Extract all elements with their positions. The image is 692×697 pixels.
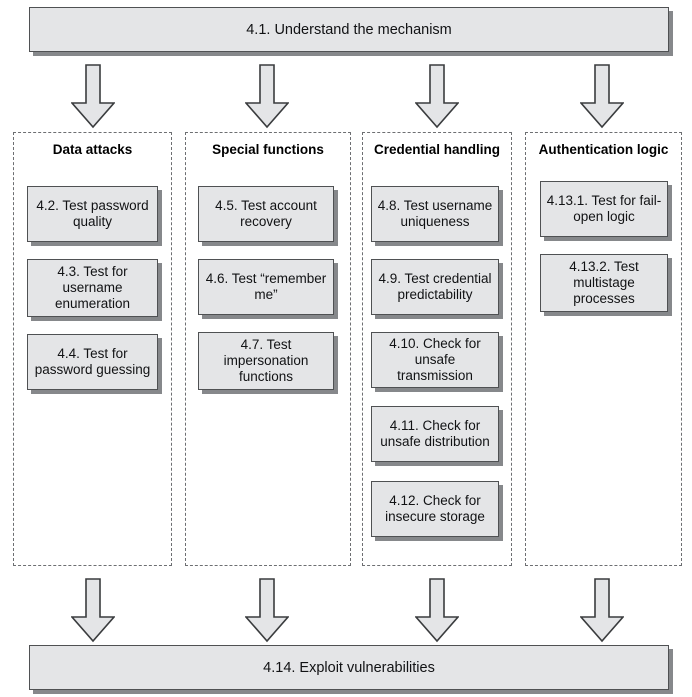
process-box-4-13-2[interactable]: 4.13.2. Test multistage processes [540, 254, 668, 312]
process-box-label: 4.9. Test credential predictability [378, 271, 492, 302]
process-box-4-4[interactable]: 4.4. Test for password guessing [27, 334, 158, 390]
process-box-label: 4.7. Test impersonation functions [223, 337, 309, 384]
process-box-label: 4.14. Exploit vulnerabilities [263, 659, 435, 676]
process-box-label: 4.13.1. Test for fail-open logic [546, 193, 662, 224]
process-box-exploit-vulnerabilities[interactable]: 4.14. Exploit vulnerabilities [29, 645, 669, 690]
group-title-credential-handling: Credential handling [373, 142, 500, 157]
group-title-authentication-logic: Authentication logic [538, 142, 669, 157]
authentication-testing-flowchart: 4.1. Understand the mechanism Data attac… [0, 0, 692, 697]
process-box-label: 4.12. Check for insecure storage [385, 493, 485, 524]
process-box-label: 4.2. Test password quality [36, 198, 149, 229]
process-box-label: 4.3. Test for username enumeration [54, 264, 131, 311]
group-title-special-functions: Special functions [212, 142, 324, 157]
process-box-4-3[interactable]: 4.3. Test for username enumeration [27, 259, 158, 317]
arrow-special-functions-to-exploit [245, 578, 289, 643]
process-box-label: 4.6. Test “remember me” [205, 271, 327, 302]
process-box-4-11[interactable]: 4.11. Check for unsafe distribution [371, 406, 499, 462]
arrow-top-to-authentication-logic [580, 64, 624, 129]
process-box-label: 4.13.2. Test multistage processes [569, 259, 639, 306]
arrow-top-to-credential-handling [415, 64, 459, 129]
arrow-top-to-data-attacks [71, 64, 115, 129]
process-box-label: 4.4. Test for password guessing [34, 346, 151, 377]
process-box-label: 4.8. Test username uniqueness [377, 198, 493, 229]
arrow-authentication-logic-to-exploit [580, 578, 624, 643]
process-box-label: 4.10. Check for unsafe transmission [389, 336, 481, 383]
group-title-data-attacks: Data attacks [52, 142, 133, 157]
arrow-data-attacks-to-exploit [71, 578, 115, 643]
process-box-understand-mechanism[interactable]: 4.1. Understand the mechanism [29, 7, 669, 52]
process-box-label: 4.5. Test account recovery [215, 198, 317, 229]
process-box-4-8[interactable]: 4.8. Test username uniqueness [371, 186, 499, 242]
process-box-label: 4.11. Check for unsafe distribution [380, 418, 490, 449]
process-box-4-6[interactable]: 4.6. Test “remember me” [198, 259, 334, 315]
process-box-4-13-1[interactable]: 4.13.1. Test for fail-open logic [540, 181, 668, 237]
process-box-4-7[interactable]: 4.7. Test impersonation functions [198, 332, 334, 390]
arrow-top-to-special-functions [245, 64, 289, 129]
process-box-label: 4.1. Understand the mechanism [246, 21, 452, 38]
process-box-4-5[interactable]: 4.5. Test account recovery [198, 186, 334, 242]
process-box-4-10[interactable]: 4.10. Check for unsafe transmission [371, 332, 499, 388]
process-box-4-2[interactable]: 4.2. Test password quality [27, 186, 158, 242]
arrow-credential-handling-to-exploit [415, 578, 459, 643]
process-box-4-9[interactable]: 4.9. Test credential predictability [371, 259, 499, 315]
process-box-4-12[interactable]: 4.12. Check for insecure storage [371, 481, 499, 537]
